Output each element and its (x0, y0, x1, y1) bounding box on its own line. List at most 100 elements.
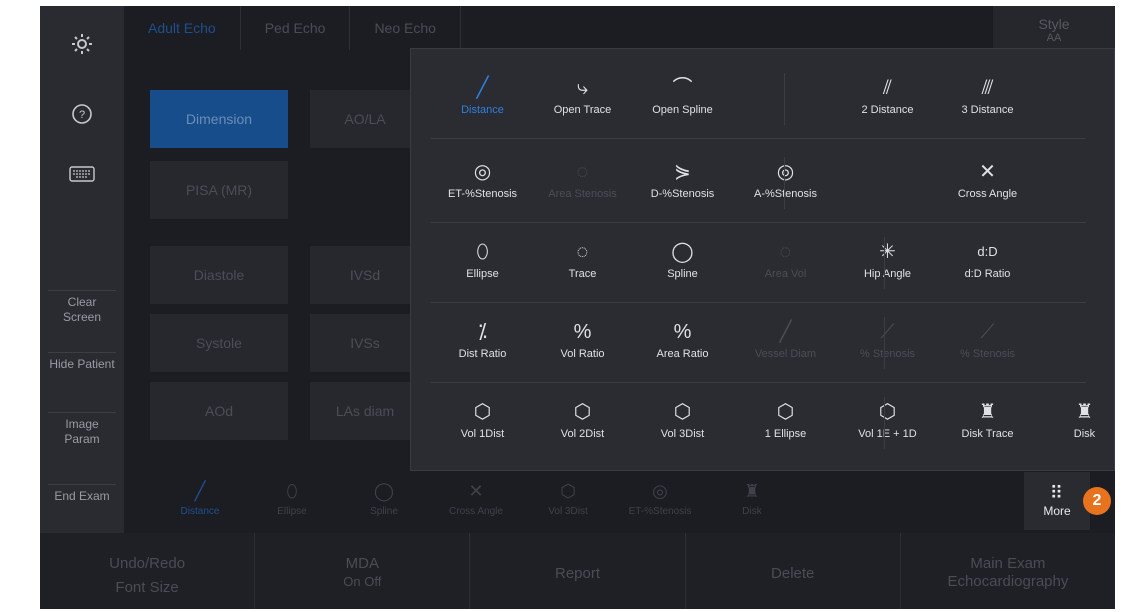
measure-tool-label: Vol 3Dist (660, 428, 705, 440)
style-value: AA (1046, 32, 1062, 44)
image-param-button[interactable]: Image Param (48, 412, 116, 447)
quickbar-disk[interactable]: ♜ Disk (706, 472, 798, 530)
popup-row: ⬡ Vol 1Dist ⬡ Vol 2Dist ⬡ Vol 3Dist ⬡ 1 Ellipse… (431, 383, 1095, 463)
systole-button[interactable]: Systole (150, 314, 288, 372)
disk-icon: ♜ (743, 481, 761, 501)
quickbar-et-stenosis[interactable]: ◎ ET-%Stenosis (614, 472, 706, 530)
hide-patient-button[interactable]: Hide Patient (48, 352, 116, 372)
dd-ratio-icon: d:D (977, 244, 998, 259)
measure-tool-label: Vol 2Dist (560, 428, 605, 440)
more-label: More (1043, 504, 1071, 518)
tab-adult-echo[interactable]: Adult Echo (124, 6, 241, 50)
quickbar-vol-3dist[interactable]: ⬡ Vol 3Dist (522, 472, 614, 530)
delete-softkey[interactable]: Delete (686, 533, 901, 609)
end-exam-button[interactable]: End Exam (48, 484, 116, 504)
measure-tool-area-ratio[interactable]: % Area Ratio (631, 303, 734, 383)
measure-tool-hip-angle[interactable]: ✳ Hip Angle (836, 223, 939, 303)
measure-tool-label: Cross Angle (957, 188, 1018, 200)
measure-tool-d-stenosis[interactable]: ⋟ D-%Stenosis (631, 143, 734, 223)
measure-tool-disk[interactable]: ♜ Disk (1033, 383, 1115, 463)
quickbar-label: Vol 3Dist (548, 506, 588, 517)
las-diam-button[interactable]: LAs diam (310, 382, 420, 440)
measure-tool-open-trace[interactable]: ⤷ Open Trace (531, 59, 634, 139)
popup-row: ⬯ Ellipse ◌ Trace ◯ Spline ◌ Area Vol ✳ Hip Angle… (431, 223, 1086, 303)
measure-tool-one-ellipse[interactable]: ⬡ 1 Ellipse (734, 383, 837, 463)
keyboard-icon[interactable] (40, 144, 124, 204)
measure-tool-et-stenosis[interactable]: ◎ ET-%Stenosis (431, 143, 534, 223)
softkey-top-label: Report (554, 565, 601, 582)
measure-tool-dd-ratio[interactable]: d:D d:D Ratio (936, 223, 1039, 303)
ultrasound-screen: ? Clear Screen Hide Patient Image Param … (40, 6, 1115, 609)
quickbar-ellipse[interactable]: ⬯ Ellipse (246, 472, 338, 530)
measure-tool-vessel-diam: ╱ Vessel Diam (734, 303, 837, 383)
measure-tool-label: Area Ratio (656, 348, 709, 360)
undo-redo-softkey[interactable]: Undo/Redo Font Size (40, 533, 256, 609)
softkey-top-label: Main Exam (970, 555, 1046, 572)
measure-tool-label: Trace (568, 268, 597, 280)
column-divider (884, 237, 885, 289)
measure-tool-ellipse[interactable]: ⬯ Ellipse (431, 223, 534, 303)
spline-icon: ◯ (373, 481, 395, 501)
measure-tool-label: Open Trace (553, 104, 612, 116)
measure-tool-vol-1dist[interactable]: ⬡ Vol 1Dist (431, 383, 534, 463)
softkey-bottom-label: Font Size (115, 579, 179, 596)
measure-tool-disk-trace[interactable]: ♜ Disk Trace (936, 383, 1039, 463)
measure-tool-vol-ratio[interactable]: % Vol Ratio (531, 303, 634, 383)
measure-tool-label: D-%Stenosis (650, 188, 715, 200)
aola-button[interactable]: AO/LA (310, 90, 420, 148)
style-button[interactable]: Style AA (993, 6, 1115, 50)
area-stenosis-icon: ◌ (576, 161, 589, 183)
quickbar-spline[interactable]: ◯ Spline (338, 472, 430, 530)
measure-tool-label: Area Vol (764, 268, 807, 280)
measure-tool-spline[interactable]: ◯ Spline (631, 223, 734, 303)
column-divider (884, 317, 885, 369)
cross-angle-icon: ✕ (468, 481, 484, 501)
quickbar-ruler-line[interactable]: ╱ Distance (154, 472, 246, 530)
measure-tool-trace[interactable]: ◌ Trace (531, 223, 634, 303)
tab-ped-echo[interactable]: Ped Echo (241, 6, 351, 50)
measure-tool-vol-3dist[interactable]: ⬡ Vol 3Dist (631, 383, 734, 463)
a-stenosis-icon: ◎ (776, 161, 795, 183)
diastole-button[interactable]: Diastole (150, 246, 288, 304)
vol-2dist-icon: ⬡ (573, 401, 592, 423)
trace-icon: ◌ (576, 241, 589, 263)
measure-tool-vol-1e1d[interactable]: ⬡ Vol 1E + 1D (836, 383, 939, 463)
popup-row: ◎ ET-%Stenosis ◌ Area Stenosis ⋟ D-%Stenosis ◎… (431, 143, 1086, 223)
measure-tool-label: Area Stenosis (548, 188, 617, 200)
measure-tool-open-spline[interactable]: ⌒ Open Spline (631, 59, 734, 139)
measure-tool-area-vol: ◌ Area Vol (734, 223, 837, 303)
aod-button[interactable]: AOd (150, 382, 288, 440)
measure-tool-vol-2dist[interactable]: ⬡ Vol 2Dist (531, 383, 634, 463)
measure-tool-label: A-%Stenosis (754, 188, 817, 200)
measure-tool-three-distance[interactable]: ⫻ 3 Distance (936, 59, 1039, 139)
measure-tool-label: Dist Ratio (458, 348, 507, 360)
pisa-mr-button[interactable]: PISA (MR) (150, 161, 288, 219)
ivss-button[interactable]: IVSs (310, 314, 420, 372)
quickbar-label: Disk (742, 506, 762, 517)
quickbar-label: Ellipse (277, 506, 307, 517)
gear-icon[interactable] (40, 14, 124, 74)
softkey-top-label: Undo/Redo (109, 555, 186, 572)
popup-row: ╱ Distance ⤷ Open Trace ⌒ Open Spline ⫽ 2 Dista… (431, 59, 1086, 139)
mda-softkey[interactable]: MDA On Off (255, 533, 471, 609)
measure-tool-dist-ratio[interactable]: ⁒ Dist Ratio (431, 303, 534, 383)
measure-tool-stenosis-a: ⟋ % Stenosis (836, 303, 939, 383)
more-button[interactable]: ⠿ More (1024, 472, 1090, 530)
softkey-bottom-label: Echocardiography (947, 573, 1069, 590)
ivsd-button[interactable]: IVSd (310, 246, 420, 304)
measure-tool-two-distance[interactable]: ⫽ 2 Distance (836, 59, 939, 139)
main-exam-softkey[interactable]: Main Exam Echocardiography (901, 533, 1115, 609)
stenosis-a-icon: ⟋ (880, 321, 895, 343)
measure-tool-cross-angle[interactable]: ✕ Cross Angle (936, 143, 1039, 223)
softkey-top-label: MDA (345, 555, 379, 572)
style-label: Style (1038, 16, 1070, 32)
measure-tool-a-stenosis[interactable]: ◎ A-%Stenosis (734, 143, 837, 223)
dimension-button[interactable]: Dimension (150, 90, 288, 148)
report-softkey[interactable]: Report (470, 533, 686, 609)
help-icon[interactable]: ? (40, 84, 124, 144)
measure-tool-ruler-line[interactable]: ╱ Distance (431, 59, 534, 139)
quickbar-cross-angle[interactable]: ✕ Cross Angle (430, 472, 522, 530)
ruler-line-icon: ╱ (476, 77, 489, 99)
tab-neo-echo[interactable]: Neo Echo (350, 6, 461, 50)
clear-screen-button[interactable]: Clear Screen (48, 290, 116, 325)
